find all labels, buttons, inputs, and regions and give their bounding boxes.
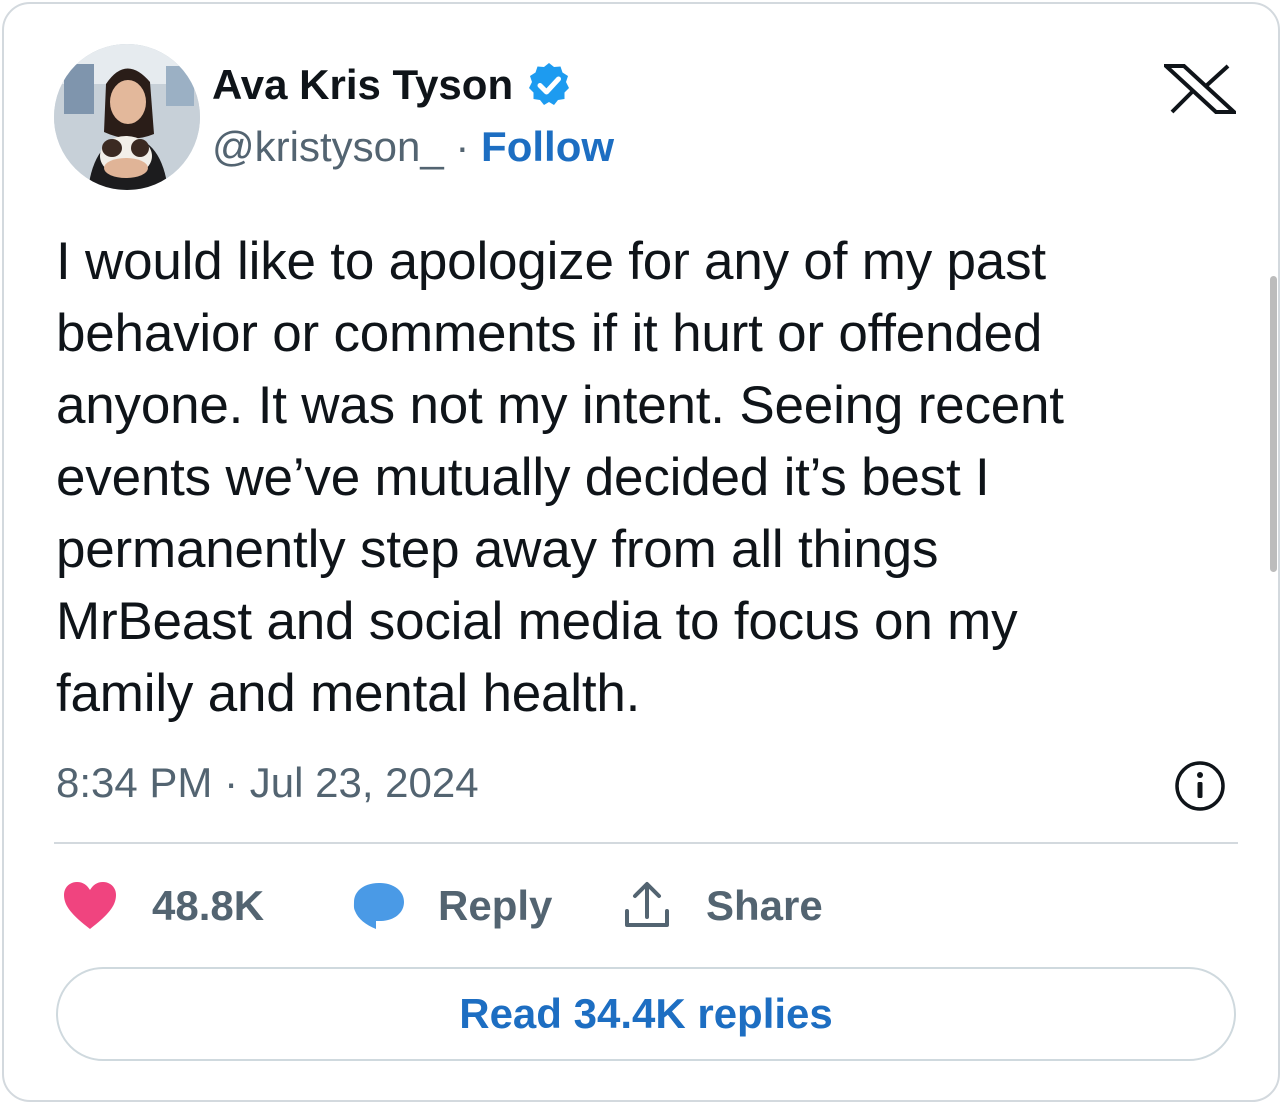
heart-icon <box>62 881 118 931</box>
speech-bubble-icon <box>352 881 406 931</box>
tweet-text-line: MrBeast and social media to focus on my <box>56 592 1018 651</box>
info-icon[interactable] <box>1174 760 1226 812</box>
tweet-text-line: permanently step away from all things <box>56 520 939 579</box>
tweet-text-line: events we’ve mutually decided it’s best … <box>56 448 990 507</box>
tweet-text-line: I would like to apologize for any of my … <box>56 232 1046 291</box>
tweet-card: Ava Kris Tyson @kristyson_ · Follow I wo… <box>2 2 1280 1102</box>
like-count: 48.8K <box>152 882 265 929</box>
like-button[interactable]: 48.8K <box>62 881 352 931</box>
author-display-name-row[interactable]: Ava Kris Tyson <box>212 60 573 110</box>
action-bar: 48.8K Reply Share <box>62 874 823 938</box>
divider <box>54 842 1238 844</box>
share-label: Share <box>706 882 823 929</box>
scrollbar[interactable] <box>1270 276 1277 572</box>
tweet-text-line: behavior or comments if it hurt or offen… <box>56 304 1043 363</box>
handle-separator: · <box>455 123 470 170</box>
read-replies-label: Read 34.4K replies <box>459 990 833 1037</box>
tweet-text-line: family and mental health. <box>56 664 641 723</box>
tweet-text: I would like to apologize for any of my … <box>56 226 1246 730</box>
x-logo-icon[interactable] <box>1160 64 1240 114</box>
tweet-text-line: anyone. It was not my intent. Seeing rec… <box>56 376 1064 435</box>
verified-badge-icon <box>525 61 573 109</box>
tweet-timestamp[interactable]: 8:34 PM · Jul 23, 2024 <box>56 758 479 808</box>
reply-label: Reply <box>438 882 553 929</box>
author-display-name[interactable]: Ava Kris Tyson <box>212 60 513 110</box>
share-arrow-icon <box>622 881 672 931</box>
share-button[interactable]: Share <box>622 881 823 931</box>
author-handle[interactable]: @kristyson_ <box>212 123 444 170</box>
handle-row: @kristyson_ · Follow <box>212 122 614 172</box>
read-replies-button[interactable]: Read 34.4K replies <box>56 967 1236 1061</box>
avatar[interactable] <box>54 44 200 190</box>
reply-button[interactable]: Reply <box>352 881 622 931</box>
follow-button[interactable]: Follow <box>481 123 614 170</box>
